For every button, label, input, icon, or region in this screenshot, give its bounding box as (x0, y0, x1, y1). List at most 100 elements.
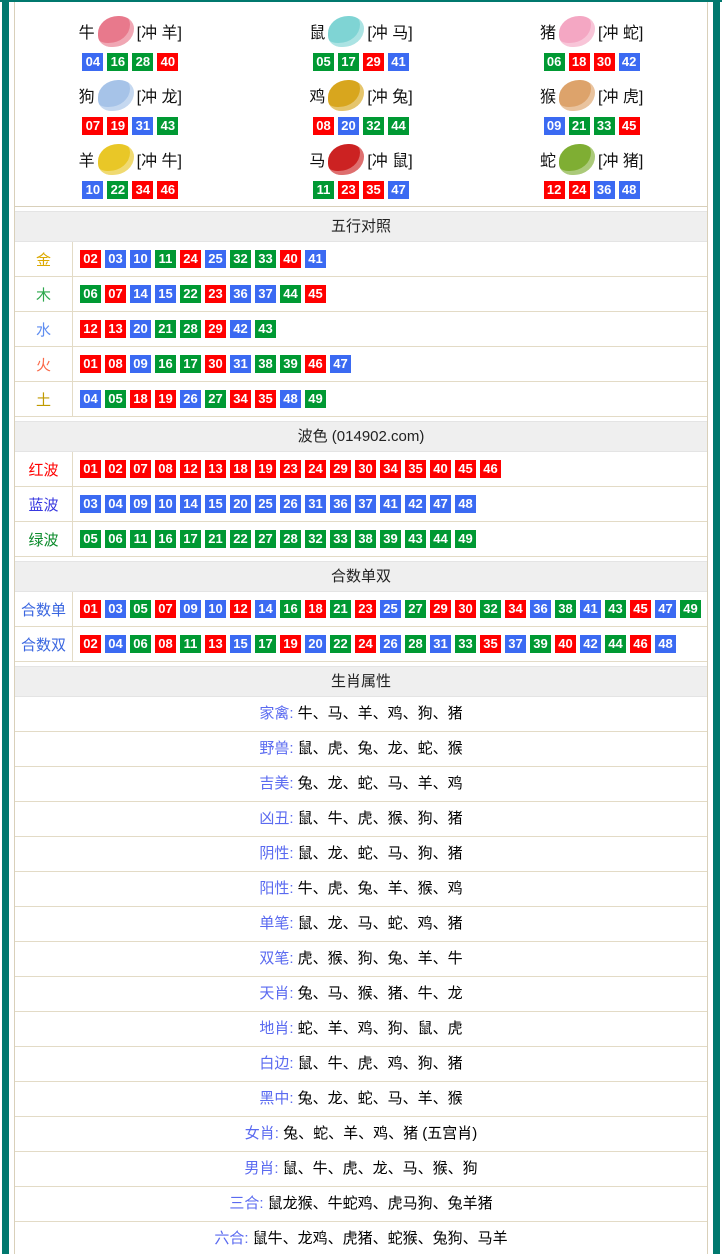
number-ball-41: 41 (580, 600, 601, 618)
row-label: 火 (15, 347, 72, 381)
zodiac-numbers: 10223446 (15, 181, 246, 199)
number-ball-45: 45 (630, 600, 651, 618)
number-ball-34: 34 (230, 390, 251, 408)
attribute-value: 兔、马、猴、猪、牛、龙 (298, 985, 463, 1002)
row-numbers: 0103050709101214161821232527293032343638… (72, 592, 707, 626)
zodiac-title: 蛇[冲 猪] (476, 140, 707, 178)
number-ball-49: 49 (305, 390, 326, 408)
number-ball-34: 34 (380, 460, 401, 478)
row-numbers: 0108091617303138394647 (72, 347, 707, 381)
number-ball-30: 30 (455, 600, 476, 618)
number-ball-32: 32 (363, 117, 384, 135)
number-ball-36: 36 (330, 495, 351, 513)
zodiac-clash-label: [冲 虎] (598, 83, 643, 107)
zodiac-title: 牛[冲 羊] (15, 12, 246, 50)
number-ball-31: 31 (430, 635, 451, 653)
number-ball-11: 11 (180, 635, 201, 653)
number-ball-22: 22 (107, 181, 128, 199)
number-ball-26: 26 (380, 635, 401, 653)
attribute-label: 三合: (229, 1195, 267, 1212)
number-ball-02: 02 (105, 460, 126, 478)
number-ball-14: 14 (130, 285, 151, 303)
section: 波色 (014902.com)红波01020708121318192324293… (15, 421, 707, 557)
row-numbers: 0102070812131819232429303435404546 (72, 452, 707, 486)
number-ball-29: 29 (330, 460, 351, 478)
number-ball-26: 26 (280, 495, 301, 513)
attribute-row: 野兽: 鼠、虎、兔、龙、蛇、猴 (15, 732, 707, 767)
number-ball-17: 17 (180, 355, 201, 373)
zodiac-name: 牛 (79, 19, 95, 43)
number-ball-43: 43 (605, 600, 626, 618)
monkey-icon (559, 80, 595, 111)
attribute-label: 双笔: (259, 950, 297, 967)
section: 合数单双合数单010305070910121416182123252729303… (15, 561, 707, 662)
number-ball-40: 40 (555, 635, 576, 653)
attribute-row: 三合: 鼠龙猴、牛蛇鸡、虎马狗、兔羊猪 (15, 1187, 707, 1222)
zodiac-name: 鸡 (309, 83, 325, 107)
row-label: 蓝波 (15, 487, 72, 521)
zodiac-clash-label: [冲 猪] (598, 147, 643, 171)
number-ball-03: 03 (80, 495, 101, 513)
number-ball-31: 31 (132, 117, 153, 135)
zodiac-numbers: 08203244 (246, 117, 477, 135)
number-ball-10: 10 (130, 250, 151, 268)
number-ball-11: 11 (130, 530, 151, 548)
table-row: 水1213202128294243 (15, 312, 707, 347)
section-header: 波色 (014902.com) (15, 421, 707, 452)
attribute-label: 阴性: (259, 845, 297, 862)
table-row: 火0108091617303138394647 (15, 347, 707, 382)
number-ball-18: 18 (230, 460, 251, 478)
number-ball-23: 23 (338, 181, 359, 199)
table-row: 合数双0204060811131517192022242628313335373… (15, 627, 707, 662)
attribute-label: 吉美: (259, 775, 297, 792)
number-ball-40: 40 (280, 250, 301, 268)
attribute-value: 鼠、牛、虎、猴、狗、猪 (298, 810, 463, 827)
number-ball-26: 26 (180, 390, 201, 408)
number-ball-32: 32 (480, 600, 501, 618)
number-ball-25: 25 (205, 250, 226, 268)
number-ball-17: 17 (338, 53, 359, 71)
section: 五行对照金02031011242532334041木06071415222336… (15, 211, 707, 417)
number-ball-46: 46 (305, 355, 326, 373)
zodiac-title: 狗[冲 龙] (15, 76, 246, 114)
number-ball-37: 37 (255, 285, 276, 303)
attribute-row: 阴性: 鼠、龙、蛇、马、狗、猪 (15, 837, 707, 872)
zodiac-clash-label: [冲 龙] (137, 83, 182, 107)
zodiac-cell: 蛇[冲 猪]12243648 (476, 138, 707, 202)
attribute-value: 鼠、龙、马、蛇、鸡、猪 (298, 915, 463, 932)
table-row: 木06071415222336374445 (15, 277, 707, 312)
zodiac-clash-label: [冲 牛] (137, 147, 182, 171)
number-ball-19: 19 (280, 635, 301, 653)
attribute-row: 女肖: 兔、蛇、羊、鸡、猪 (五宫肖) (15, 1117, 707, 1152)
zodiac-title: 马[冲 鼠] (246, 140, 477, 178)
number-ball-42: 42 (230, 320, 251, 338)
dog-icon (98, 80, 134, 111)
zodiac-name: 羊 (79, 147, 95, 171)
row-label: 水 (15, 312, 72, 346)
number-ball-42: 42 (580, 635, 601, 653)
attribute-value: 鼠、牛、虎、鸡、狗、猪 (298, 1055, 463, 1072)
number-ball-24: 24 (180, 250, 201, 268)
number-ball-01: 01 (80, 355, 101, 373)
number-ball-04: 04 (105, 635, 126, 653)
zodiac-title: 猪[冲 蛇] (476, 12, 707, 50)
attribute-value: 鼠牛、龙鸡、虎猪、蛇猴、兔狗、马羊 (253, 1230, 508, 1247)
number-ball-06: 06 (80, 285, 101, 303)
zodiac-name: 猪 (540, 19, 556, 43)
zodiac-title: 鸡[冲 兔] (246, 76, 477, 114)
number-ball-38: 38 (355, 530, 376, 548)
number-ball-10: 10 (155, 495, 176, 513)
zodiac-numbers: 09213345 (476, 117, 707, 135)
number-ball-32: 32 (305, 530, 326, 548)
number-ball-35: 35 (480, 635, 501, 653)
number-ball-34: 34 (132, 181, 153, 199)
attribute-row: 男肖: 鼠、牛、虎、龙、马、猴、狗 (15, 1152, 707, 1187)
attribute-value: 鼠、牛、虎、龙、马、猴、狗 (283, 1160, 478, 1177)
left-border-bar (2, 2, 9, 1254)
number-ball-33: 33 (455, 635, 476, 653)
zodiac-name: 马 (309, 147, 325, 171)
number-ball-01: 01 (80, 460, 101, 478)
number-ball-12: 12 (544, 181, 565, 199)
number-ball-29: 29 (205, 320, 226, 338)
row-label: 红波 (15, 452, 72, 486)
